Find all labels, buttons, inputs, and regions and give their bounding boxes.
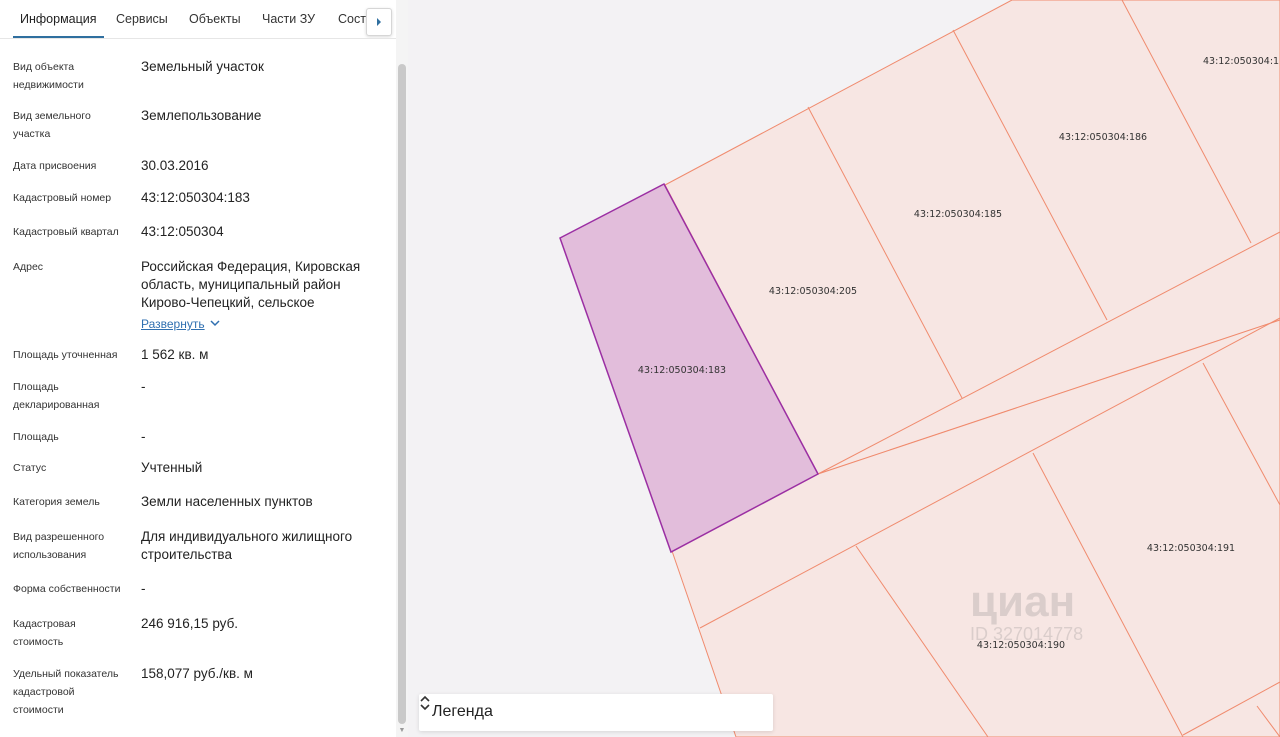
info-value: Российская Федерация, Кировская область,… [141,259,361,310]
info-label: Кадастровая стоимость [13,618,76,648]
parcel-label: 43:12:050304:205 [769,286,857,297]
info-label: Вид объекта недвижимости [13,61,84,91]
cadastral-map[interactable]: 43:12:050304:183 43:12:050304:205 43:12:… [408,0,1280,737]
info-label: Форма собственности [13,583,121,595]
tab-bar: Информация Сервисы Объекты Части ЗУ Сост… [0,0,396,39]
info-label: Площадь уточненная [13,349,118,361]
parcel-label: 43:12:050304:191 [1147,543,1235,554]
up-down-chevron-icon [420,695,430,711]
info-label: Кадастровый квартал [13,226,119,238]
parcel-label: 43:12:050304:186 [1059,132,1147,143]
info-label: Вид земельного участка [13,110,91,140]
info-label: Вид разрешенного использования [13,531,105,561]
info-value: Для индивидуального жилищного строительс… [141,529,353,562]
parcel-label: 43:12:050304:1 [1203,56,1279,67]
info-value: Землепользование [141,108,262,123]
info-panel: Информация Сервисы Объекты Части ЗУ Сост… [0,0,409,737]
info-label: Категория земель [13,496,100,508]
scrollbar-thumb[interactable] [398,64,406,724]
info-value: 43:12:050304 [141,224,224,239]
info-value: 30.03.2016 [141,158,209,173]
tab-services[interactable]: Сервисы [116,0,168,36]
chevron-down-icon[interactable] [209,319,221,327]
watermark-brand: циан [970,577,1076,626]
info-value: Учтенный [141,460,203,475]
info-label: Удельный показатель кадастровой стоимост… [13,668,119,716]
legend-title: Легенда [432,703,493,720]
panel-scrollbar[interactable]: ▼ [396,0,408,737]
tab-info[interactable]: Информация [13,0,104,38]
tab-objects[interactable]: Объекты [189,0,241,36]
info-value: 43:12:050304:183 [141,190,250,205]
legend-dropdown[interactable]: Легенда [419,694,773,731]
scroll-down-arrow-icon[interactable]: ▼ [398,727,406,735]
parcel-label: 43:12:050304:185 [914,209,1002,220]
info-value: Земельный участок [141,59,264,74]
parcel-label: 43:12:050304:183 [638,365,726,376]
info-value: 246 916,15 руб. [141,616,239,631]
info-value: - [141,581,146,596]
watermark-id: ID 327014778 [970,624,1084,644]
info-label: Статус [13,462,47,474]
info-value: 1 562 кв. м [141,347,209,362]
watermark: циан ID 327014778 [970,577,1084,645]
tabs-scroll-right-button[interactable] [366,8,392,36]
address-expand-link[interactable]: Развернуть [141,316,205,332]
info-value: Земли населенных пунктов [141,494,313,509]
info-value: - [141,429,146,444]
tab-parts[interactable]: Части ЗУ [262,0,315,36]
info-value: 158,077 руб./кв. м [141,666,253,681]
info-label: Кадастровый номер [13,192,112,204]
map-canvas[interactable]: 43:12:050304:183 43:12:050304:205 43:12:… [408,0,1280,737]
info-label: Дата присвоения [13,160,97,172]
info-value: - [141,379,146,394]
info-label: Адрес [13,261,44,273]
info-label: Площадь декларированная [13,381,100,411]
chevron-right-icon [377,18,381,26]
info-label: Площадь [13,431,59,443]
